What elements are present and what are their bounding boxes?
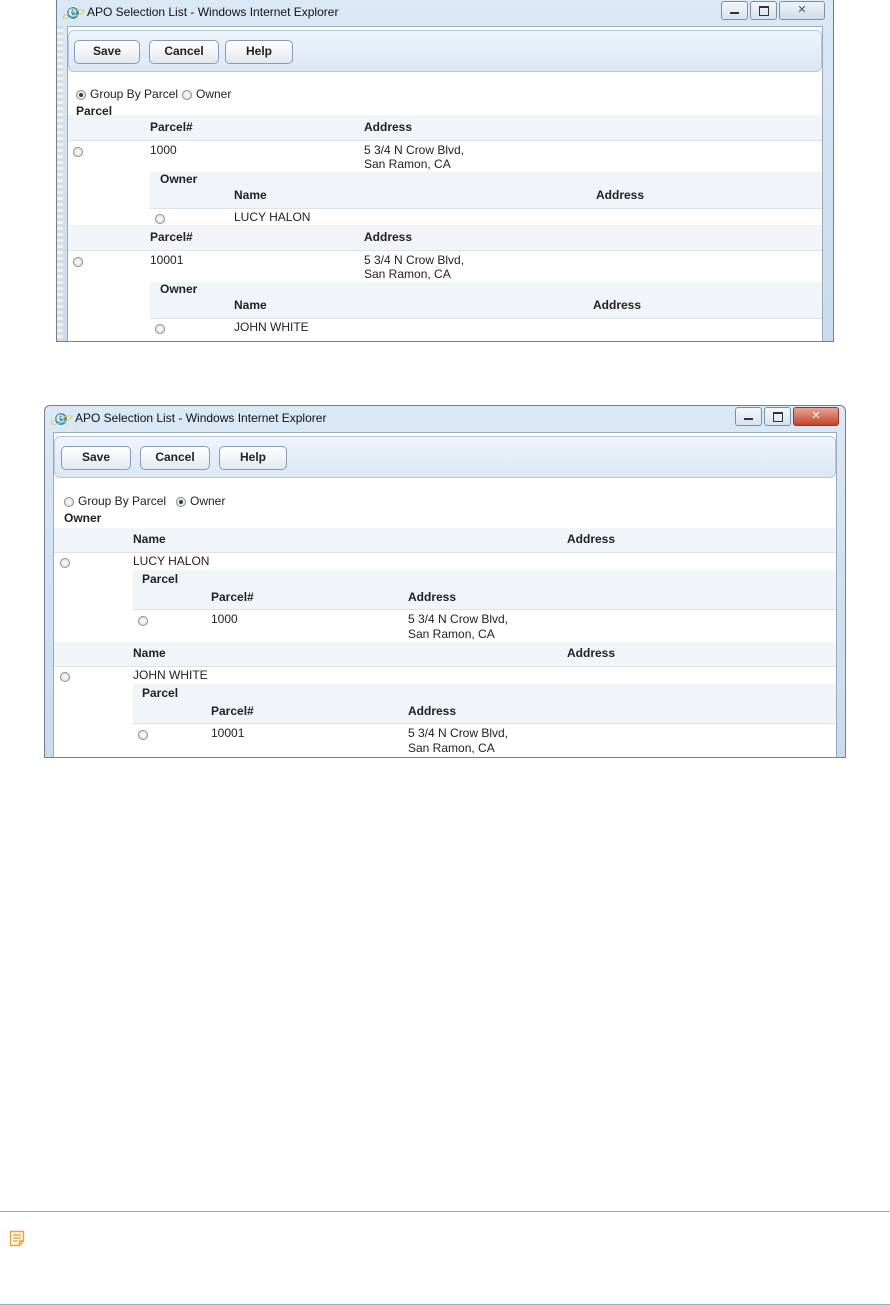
parcel-address-line1: 5 3/4 N Crow Blvd,	[364, 253, 465, 267]
parcel-column-header: Parcel#	[150, 120, 193, 134]
close-button[interactable]: ✕	[793, 407, 839, 426]
parcel-address-line1: 5 3/4 N Crow Blvd,	[408, 612, 509, 626]
address-column-header: Address	[364, 120, 413, 134]
cancel-button[interactable]: Cancel	[149, 40, 219, 64]
owner-address-column-header: Address	[596, 188, 645, 202]
divider	[133, 609, 836, 610]
ie-icon	[53, 410, 69, 427]
parcel-address-line2: San Ramon, CA	[408, 741, 495, 755]
window-group-by-parcel: APO Selection List - Windows Internet Ex…	[56, 0, 834, 342]
owner-row-radio[interactable]	[155, 214, 165, 224]
title-bar[interactable]: APO Selection List - Windows Internet Ex…	[57, 0, 833, 26]
owner-label: Owner	[190, 494, 226, 508]
address-column-header: Address	[567, 532, 616, 546]
scrollbar[interactable]	[57, 26, 63, 341]
maximize-button[interactable]	[750, 1, 777, 20]
parcel-address-line1: 5 3/4 N Crow Blvd,	[408, 726, 509, 740]
owner-sub-label: Owner	[160, 282, 198, 296]
title-bar[interactable]: APO Selection List - Windows Internet Ex…	[45, 406, 845, 432]
name-column-header: Name	[133, 532, 166, 546]
close-button[interactable]: ✕	[779, 1, 825, 20]
owner-address-column-header: Address	[593, 298, 642, 312]
owner-label: Owner	[196, 87, 232, 101]
parcel-column-header: Parcel#	[211, 704, 254, 718]
divider	[133, 723, 836, 724]
maximize-button[interactable]	[764, 407, 791, 426]
parcel-sub-label: Parcel	[142, 572, 179, 586]
divider	[150, 208, 822, 209]
group-by-parcel-label: Group By Parcel	[90, 87, 179, 101]
divider	[54, 666, 836, 667]
section-label: Owner	[64, 511, 102, 525]
group-by-parcel-radio[interactable]	[64, 497, 74, 507]
owner-name: JOHN WHITE	[133, 668, 208, 682]
owner-sub-label: Owner	[160, 172, 198, 186]
content-area: Save Cancel Help Group By Parcel Owner P…	[67, 26, 823, 341]
parcel-number: 1000	[150, 143, 177, 157]
close-icon: ✕	[811, 410, 821, 422]
owner-row-radio[interactable]	[155, 324, 165, 334]
parcel-column-header: Parcel#	[211, 590, 254, 604]
owner-name: LUCY HALON	[133, 554, 210, 568]
parcel-sub-label: Parcel	[142, 686, 179, 700]
window-group-by-owner: APO Selection List - Windows Internet Ex…	[44, 405, 846, 758]
minimize-icon	[730, 12, 739, 14]
window-title: APO Selection List - Windows Internet Ex…	[87, 5, 339, 19]
ie-icon	[65, 4, 81, 21]
parcel-column-header: Parcel#	[150, 230, 193, 244]
minimize-icon	[744, 418, 753, 420]
column-header-row	[54, 528, 836, 552]
group-by-parcel-label: Group By Parcel	[78, 494, 167, 508]
cancel-button[interactable]: Cancel	[140, 446, 210, 470]
save-button[interactable]: Save	[61, 446, 131, 470]
owner-row-radio[interactable]	[60, 558, 70, 568]
parcel-row-radio[interactable]	[73, 147, 83, 157]
owner-radio[interactable]	[176, 497, 186, 507]
address-column-header: Address	[567, 646, 616, 660]
minimize-button[interactable]	[721, 1, 748, 20]
owner-radio[interactable]	[182, 90, 192, 100]
owner-name-column-header: Name	[234, 188, 267, 202]
note-box	[0, 1211, 890, 1305]
save-button[interactable]: Save	[74, 40, 140, 64]
column-header-row	[54, 642, 836, 666]
maximize-icon	[773, 412, 783, 422]
divider	[68, 140, 822, 141]
parcel-address-line1: 5 3/4 N Crow Blvd,	[364, 143, 465, 157]
parcel-address-column-header: Address	[408, 704, 457, 718]
parcel-row-radio[interactable]	[138, 616, 148, 626]
toolbar: Save Cancel Help	[68, 30, 822, 72]
parcel-number: 10001	[211, 726, 245, 740]
address-column-header: Address	[364, 230, 413, 244]
parcel-number: 10001	[150, 253, 184, 267]
minimize-button[interactable]	[735, 407, 762, 426]
parcel-row-radio[interactable]	[73, 257, 83, 267]
close-icon: ✕	[797, 4, 807, 16]
parcel-address-line2: San Ramon, CA	[364, 157, 451, 171]
maximize-icon	[759, 6, 769, 16]
divider	[150, 318, 822, 319]
divider	[68, 250, 822, 251]
parcel-address-column-header: Address	[408, 590, 457, 604]
owner-name: JOHN WHITE	[234, 320, 309, 334]
group-by-parcel-radio[interactable]	[76, 90, 86, 100]
content-area: Save Cancel Help Group By Parcel Owner O…	[53, 432, 837, 757]
help-button[interactable]: Help	[225, 40, 293, 64]
owner-name: LUCY HALON	[234, 210, 311, 224]
parcel-row-radio[interactable]	[138, 730, 148, 740]
parcel-address-line2: San Ramon, CA	[364, 267, 451, 281]
name-column-header: Name	[133, 646, 166, 660]
divider	[54, 552, 836, 553]
owner-row-radio[interactable]	[60, 672, 70, 682]
note-icon	[9, 1230, 25, 1247]
window-title: APO Selection List - Windows Internet Ex…	[75, 411, 327, 425]
help-button[interactable]: Help	[219, 446, 287, 470]
parcel-number: 1000	[211, 612, 238, 626]
parcel-address-line2: San Ramon, CA	[408, 627, 495, 641]
owner-name-column-header: Name	[234, 298, 267, 312]
toolbar: Save Cancel Help	[54, 436, 836, 478]
